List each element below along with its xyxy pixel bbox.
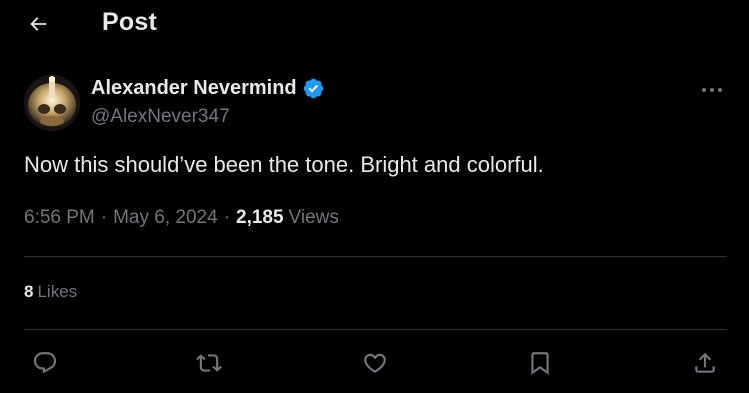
meta-separator: · [223, 207, 230, 228]
page-title: Post [102, 8, 157, 36]
share-icon [695, 352, 715, 373]
avatar[interactable] [24, 75, 80, 131]
tweet-text: Now this should’ve been the tone. Bright… [24, 152, 544, 177]
more-options-button[interactable] [698, 80, 726, 100]
like-button[interactable] [358, 346, 392, 380]
views-count: 2,185 [236, 207, 284, 228]
author-name: Alexander Nevermind [91, 77, 297, 99]
repost-button[interactable] [192, 346, 226, 380]
divider [24, 329, 727, 330]
repost-icon [196, 354, 222, 372]
back-button[interactable] [20, 6, 56, 42]
avatar-image [24, 75, 80, 131]
share-button[interactable] [688, 346, 722, 380]
tweet-time[interactable]: 6:56 PM [24, 207, 95, 229]
author-handle[interactable]: @AlexNever347 [91, 106, 230, 128]
bookmark-icon [531, 352, 549, 375]
tweet-date[interactable]: May 6, 2024 [113, 207, 218, 229]
divider [24, 256, 727, 257]
likes-link[interactable]: 8 Likes [24, 282, 77, 302]
meta-separator: · [100, 207, 108, 228]
author-name-link[interactable]: Alexander Nevermind [91, 77, 325, 100]
bookmark-button[interactable] [523, 346, 557, 380]
likes-count: 8 [24, 282, 34, 301]
tweet-meta: 6:56 PM · May 6, 2024 · 2,185 Views [24, 207, 339, 229]
top-bar: Post [0, 0, 749, 48]
reply-icon [33, 352, 57, 374]
heart-icon [364, 353, 386, 373]
views-label: Views [288, 207, 339, 228]
arrow-left-icon [30, 17, 47, 31]
verified-badge-icon [303, 78, 323, 99]
likes-label: Likes [37, 282, 78, 301]
reply-button[interactable] [28, 346, 62, 380]
more-dots-icon [702, 88, 722, 92]
